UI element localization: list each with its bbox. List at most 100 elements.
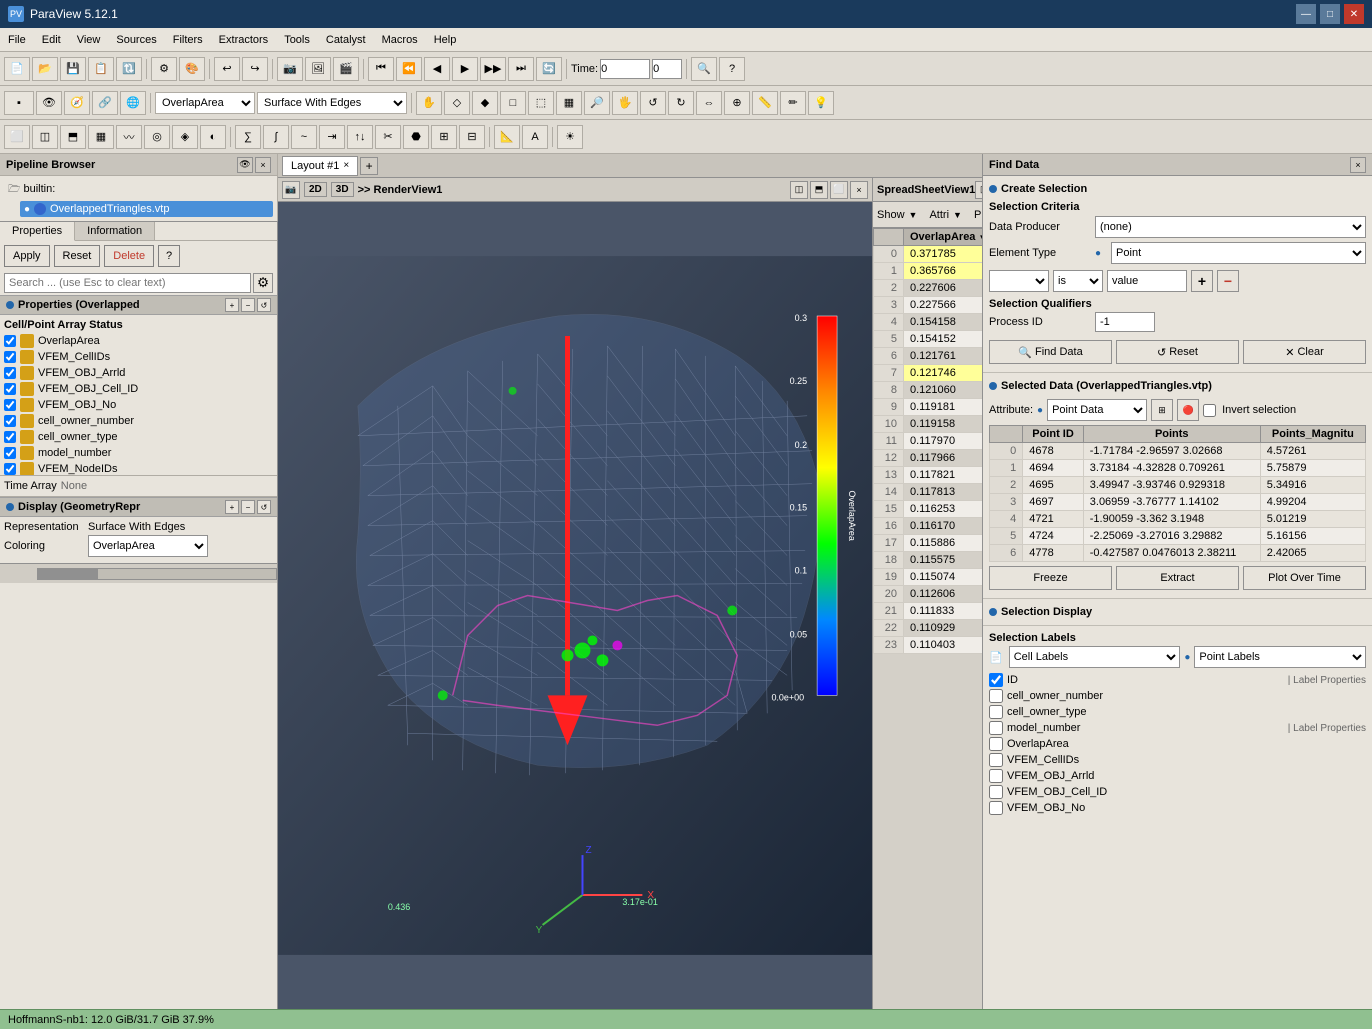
prop-scrollbar[interactable] [0,563,277,583]
active-var-button[interactable]: ▪ [4,91,34,115]
menu-file[interactable]: File [0,32,34,48]
section-ctrl-1[interactable]: + [225,298,239,312]
selected-table-row[interactable]: 3 4697 3.06959 -3.76777 1.14102 4.99204 [990,494,1366,511]
select-surface-button[interactable]: ◇ [444,91,470,115]
search-input[interactable] [4,273,251,293]
menu-macros[interactable]: Macros [374,32,426,48]
question-button[interactable]: ? [719,57,745,81]
selected-table-row[interactable]: 2 4695 3.49947 -3.93746 0.929318 5.34916 [990,477,1366,494]
color-settings-button[interactable]: 🎨 [179,57,205,81]
attr-grid-btn[interactable]: ⊞ [1151,399,1173,421]
prev-step-button[interactable]: ◀ [424,57,450,81]
group-button[interactable]: ⊞ [431,125,457,149]
cell-labels-select[interactable]: Cell Labels [1009,646,1181,668]
prev-frame-button[interactable]: ⏪ [396,57,422,81]
record-button[interactable]: 🎬 [333,57,359,81]
menu-sources[interactable]: Sources [108,32,164,48]
apply-button[interactable]: Apply [4,245,50,267]
search-settings-button[interactable]: ⚙ [253,273,273,293]
array-vfem-cellid-checkbox[interactable] [4,383,16,395]
find-clear-button[interactable]: ✕ Clear [1243,340,1366,364]
selected-table-row[interactable]: 6 4778 -0.427587 0.0476013 2.38211 2.420… [990,545,1366,562]
new-button[interactable]: 📄 [4,57,30,81]
select-block-button[interactable]: ▦ [556,91,582,115]
array-vfem-cellids-checkbox[interactable] [4,351,16,363]
extract-button[interactable]: Extract [1116,566,1239,590]
new-view-button[interactable]: ⬜ [4,125,30,149]
render-view-camera-button[interactable]: 📷 [282,181,300,199]
interact-button[interactable]: ✋ [416,91,442,115]
array-cell-owner-num-checkbox[interactable] [4,415,16,427]
maximize-button[interactable]: □ [1320,4,1340,24]
render-split-h[interactable]: ◫ [790,181,808,199]
table-row[interactable]: 7 0.121746 9306 31 [874,365,983,382]
tab-properties[interactable]: Properties [0,222,75,241]
zoom-button[interactable]: 🔎 [584,91,610,115]
search-toolbar-button[interactable]: 🔍 [691,57,717,81]
table-row[interactable]: 15 0.116253 10470 31 [874,501,983,518]
render-canvas[interactable]: 0.3 0.25 0.2 0.15 0.1 0.05 0.0e+00 Overl… [278,202,872,1009]
close-button[interactable]: ✕ [1344,4,1364,24]
array-model-num-checkbox[interactable] [4,447,16,459]
layout-tab-1[interactable]: Layout #1 × [282,156,358,176]
table-row[interactable]: 16 0.116170 9416 31 [874,518,983,535]
sel-col-pointid[interactable]: Point ID [1023,426,1084,443]
slice-button[interactable]: ◈ [172,125,198,149]
delete-button[interactable]: Delete [104,245,154,267]
attribute-select[interactable]: Point Data [1047,399,1147,421]
freeze-button[interactable]: Freeze [989,566,1112,590]
pipeline-collapse-button[interactable]: × [255,157,271,173]
split-h-button[interactable]: ◫ [32,125,58,149]
layout-add-button[interactable]: + [360,157,378,175]
pan-button[interactable]: 🖐 [612,91,638,115]
link-button[interactable]: 🔗 [92,91,118,115]
menu-extractors[interactable]: Extractors [211,32,277,48]
extract-button[interactable]: ⬣ [403,125,429,149]
light-button[interactable]: 💡 [808,91,834,115]
split-v-button[interactable]: ⬒ [60,125,86,149]
time-step-input[interactable] [652,59,682,79]
open-button[interactable]: 📂 [32,57,58,81]
next-step-button[interactable]: ▶▶ [480,57,506,81]
process-id-input[interactable] [1095,312,1155,332]
selected-table-row[interactable]: 4 4721 -1.90059 -3.362 3.1948 5.01219 [990,511,1366,528]
disp-ctrl-3[interactable]: ↺ [257,500,271,514]
point-labels-select[interactable]: Point Labels [1194,646,1366,668]
array-vfem-nodeids-checkbox[interactable] [4,463,16,475]
plot-over-time-button[interactable]: Plot Over Time [1243,566,1366,590]
render-maximize[interactable]: ⬜ [830,181,848,199]
label-vfem-cellids-checkbox[interactable] [989,753,1003,767]
pick-button[interactable]: ⊕ [724,91,750,115]
table-row[interactable]: 6 0.121761 10485 31 [874,348,983,365]
table-row[interactable]: 18 0.115575 9910 31 [874,552,983,569]
label-vfem-no-checkbox[interactable] [989,801,1003,815]
last-frame-button[interactable]: ⏭ [508,57,534,81]
settings-button[interactable]: ⚙ [151,57,177,81]
data-table-container[interactable]: OverlapArea ▼ VFEM_CellIDs VFEM_OBJ_A 0 … [873,228,982,1009]
layout-tab-close[interactable]: × [343,160,349,171]
help-button[interactable]: ? [158,245,180,267]
table-row[interactable]: 12 0.117966 10978 31 [874,450,983,467]
camera-button[interactable]: 📷 [277,57,303,81]
table-row[interactable]: 4 0.154158 9394 31 [874,314,983,331]
sun-button[interactable]: ☀ [557,125,583,149]
menu-catalyst[interactable]: Catalyst [318,32,374,48]
render-view-3d[interactable]: 3D [331,182,354,197]
isosurface-button[interactable]: ◎ [144,125,170,149]
data-producer-select[interactable]: (none) [1095,216,1366,238]
label-cell-owner-num-checkbox[interactable] [989,689,1003,703]
render-view-2d[interactable]: 2D [304,182,327,197]
rotate-ccw-button[interactable]: ↺ [640,91,666,115]
render-close[interactable]: × [850,181,868,199]
table-row[interactable]: 19 0.115074 10050 31 [874,569,983,586]
select-point-button[interactable]: ◆ [472,91,498,115]
array-vfem-arrld-checkbox[interactable] [4,367,16,379]
label-id-checkbox[interactable] [989,673,1003,687]
nav-button[interactable]: 🧭 [64,91,90,115]
first-frame-button[interactable]: ⏮ [368,57,394,81]
eye-button[interactable]: 👁 [36,91,62,115]
table-row[interactable]: 14 0.117813 10484 31 [874,484,983,501]
integrate-button[interactable]: ∫ [263,125,289,149]
selected-table-row[interactable]: 5 4724 -2.25069 -3.27016 3.29882 5.16156 [990,528,1366,545]
table-row[interactable]: 2 0.227606 9397 31 [874,280,983,297]
